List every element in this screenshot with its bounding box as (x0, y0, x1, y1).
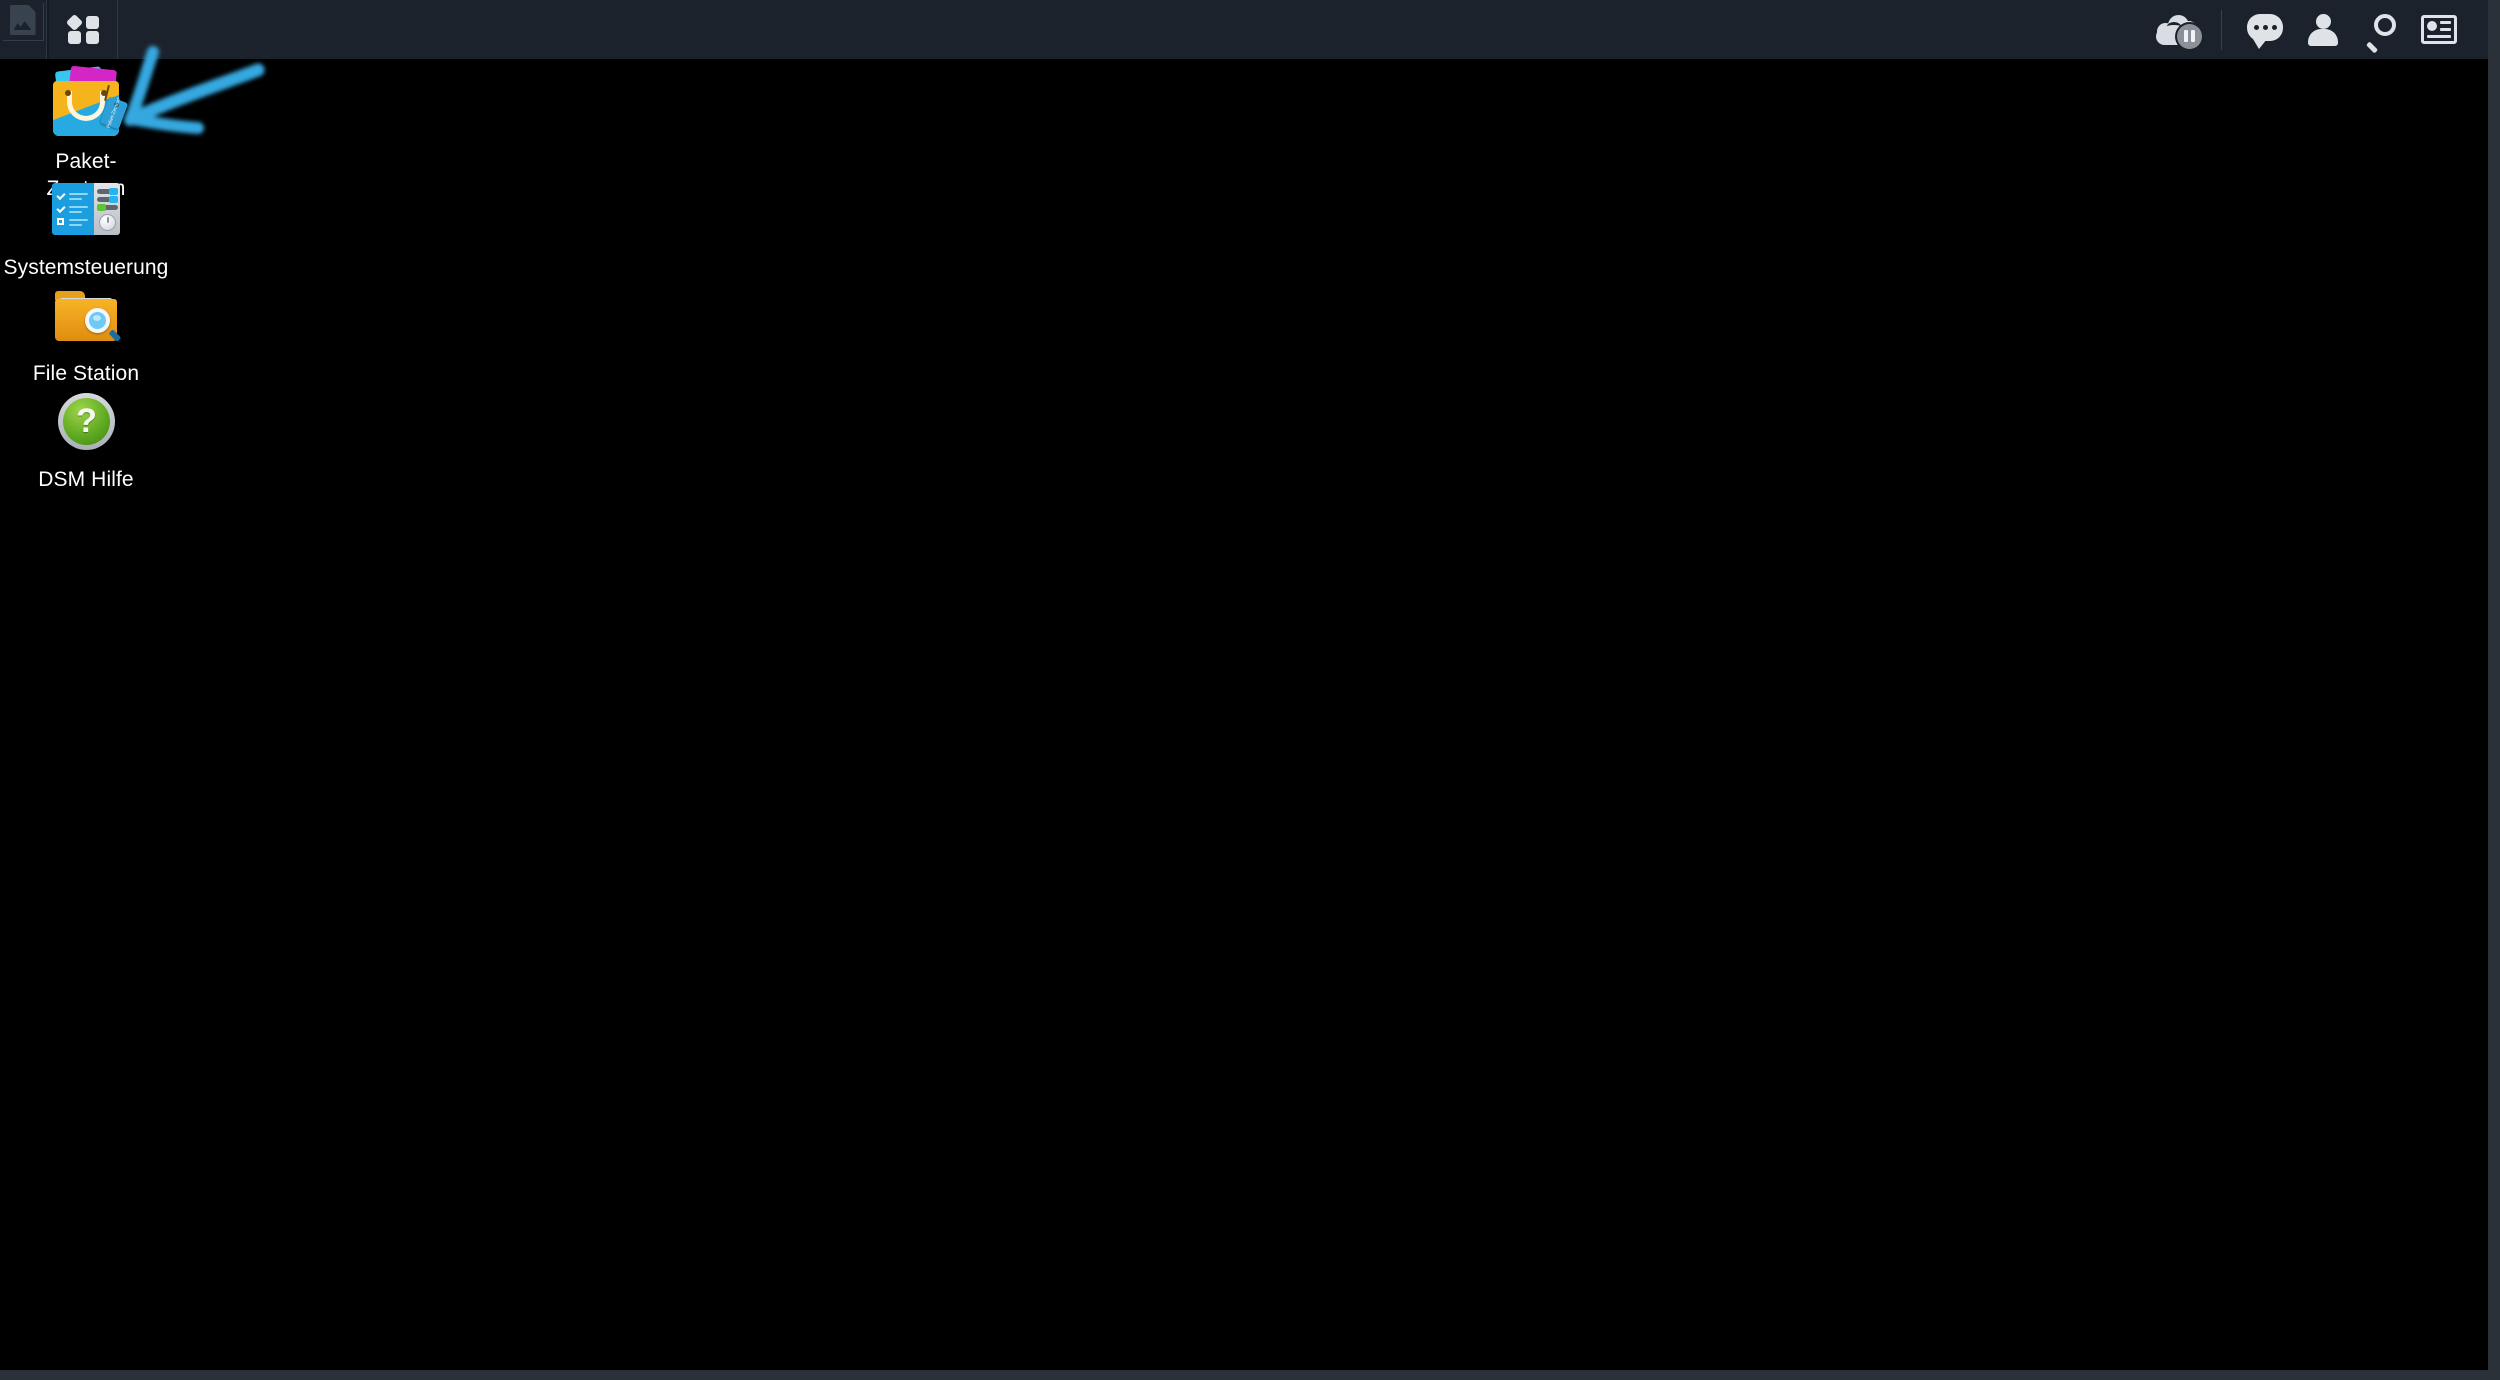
taskbar-tray (2149, 0, 2488, 59)
pause-badge-icon (2177, 23, 2202, 49)
cloud-pause-icon (2155, 13, 2202, 49)
desktop-icon-label-systemsteuerung: Systemsteuerung (3, 256, 169, 279)
help-icon: ? (50, 385, 122, 457)
apps-grid-diamond (65, 13, 83, 31)
magnifier-lens (85, 308, 110, 333)
widget-card-icon (2421, 15, 2457, 44)
taskbar (0, 0, 2488, 59)
widgets-button[interactable] (2410, 0, 2468, 59)
desktop-icon-label-dsm-hilfe: DSM Hilfe (38, 468, 134, 491)
desktop-icon-layer: Paket-Zentrum Paket- Zentrum (0, 59, 2488, 1370)
file-station-icon (50, 279, 122, 351)
search-icon (2365, 13, 2397, 53)
broken-image-icon (9, 5, 36, 35)
apps-grid-square-br (85, 30, 99, 44)
apps-grid-icon (65, 13, 99, 44)
desktop-icon-systemsteuerung[interactable]: Systemsteuerung (0, 173, 172, 281)
browser-window-frame: Paket-Zentrum Paket- Zentrum (0, 0, 2500, 1380)
desktop-icon-label-file-station: File Station (32, 362, 140, 385)
apps-grid-square-bl (67, 30, 81, 44)
broken-image-box (2, 3, 44, 41)
package-tag-text: Paket-Zentrum (105, 96, 123, 130)
chat-bubble-icon (2247, 13, 2283, 49)
control-panel-left-pane (52, 183, 94, 235)
desktop-icon-file-station[interactable]: File Station (0, 279, 172, 387)
control-panel-dial (99, 214, 116, 231)
chat-button[interactable] (2236, 0, 2294, 59)
package-center-icon: Paket-Zentrum (50, 65, 129, 139)
search-button[interactable] (2352, 0, 2410, 59)
help-question-mark: ? (76, 401, 97, 440)
taskbar-left-group (0, 0, 118, 59)
tray-divider (2221, 9, 2222, 50)
user-options-button[interactable] (2294, 0, 2352, 59)
apps-grid-square-tr (85, 15, 99, 29)
person-icon (2308, 13, 2338, 46)
control-panel-icon (50, 173, 122, 245)
dsm-desktop[interactable]: Paket-Zentrum Paket- Zentrum (0, 0, 2488, 1370)
control-panel-right-pane (94, 183, 120, 235)
desktop-icon-dsm-hilfe[interactable]: ? DSM Hilfe (0, 385, 172, 493)
broken-image-placeholder[interactable] (0, 0, 47, 59)
main-menu-button[interactable] (49, 0, 118, 59)
cloud-station-button[interactable] (2149, 0, 2207, 59)
